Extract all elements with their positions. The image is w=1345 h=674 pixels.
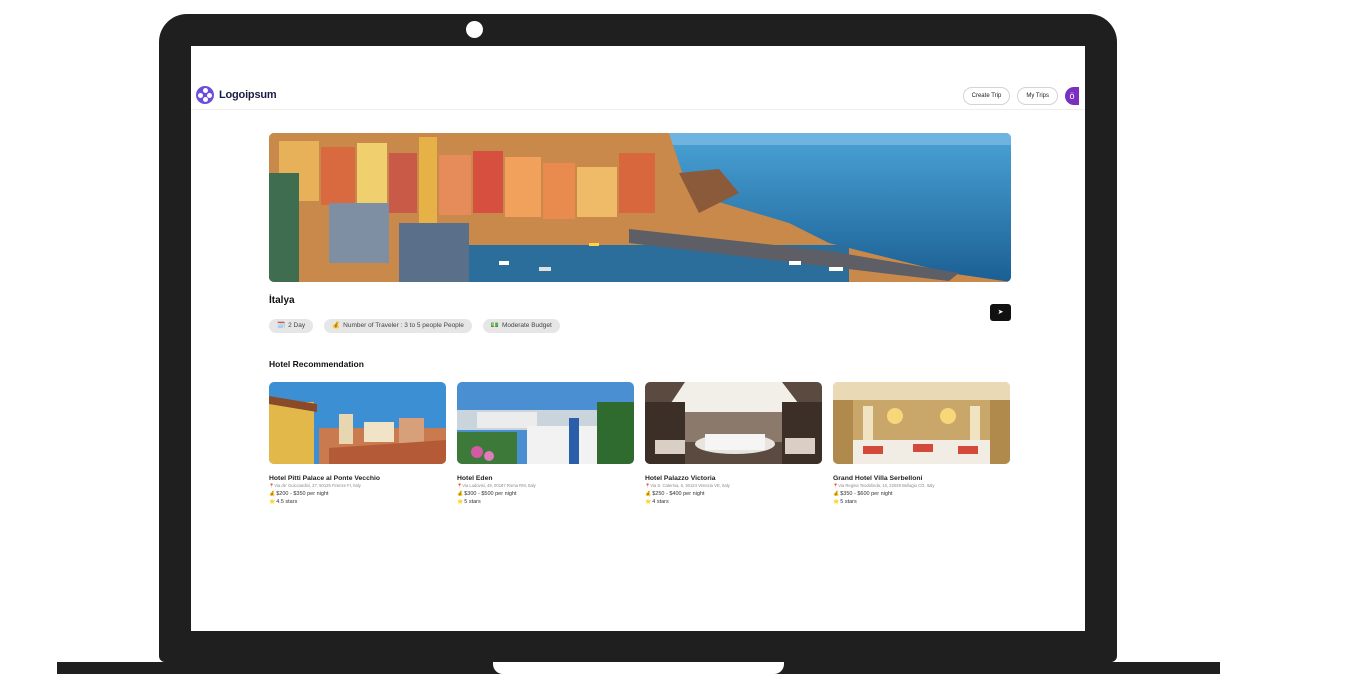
chip-duration: 🗓️ 2 Day	[269, 319, 314, 333]
money-bag-icon: 💰	[833, 491, 840, 497]
hotel-rating: ⭐5 stars	[833, 499, 857, 505]
hotel-card[interactable]: Hotel Pitti Palace al Ponte Vecchio 📍Via…	[269, 382, 446, 505]
hotel-image	[833, 382, 1010, 464]
money-bag-icon: 💰	[457, 491, 464, 497]
banknote-icon: 💵	[490, 322, 499, 329]
hotel-card[interactable]: Hotel Eden 📍Via Ludovisi, 49, 00187 Roma…	[457, 382, 634, 505]
hotel-name: Grand Hotel Villa Serbelloni	[833, 475, 923, 482]
hotel-image	[269, 382, 446, 464]
chip-travelers: 💰 Number of Traveler : 3 to 5 people Peop…	[324, 319, 472, 333]
hotel-card[interactable]: Hotel Palazzo Victoria 📍Via S. Caterina,…	[645, 382, 822, 505]
my-trips-button[interactable]: My Trips	[1017, 87, 1058, 105]
hotel-card[interactable]: Grand Hotel Villa Serbelloni 📍Via Regina…	[833, 382, 1010, 505]
star-icon: ⭐	[645, 499, 652, 505]
create-trip-button[interactable]: Create Trip	[962, 87, 1011, 105]
chip-budget-label: Moderate Budget	[501, 322, 552, 329]
hotel-rating: ⭐4.5 stars	[269, 499, 298, 505]
hotel-address: 📍Via S. Caterina, 5, 30124 Venezia VE, I…	[645, 483, 730, 488]
laptop-mockup: Logoipsum Create Trip My Trips ö İtalya …	[0, 0, 1345, 674]
hotel-list: Hotel Pitti Palace al Ponte Vecchio 📍Via…	[269, 382, 1011, 505]
star-icon: ⭐	[269, 499, 276, 505]
money-bag-icon: 💰	[645, 491, 652, 497]
hotel-price: 💰$200 - $350 per night	[269, 491, 329, 497]
hotel-rating: ⭐4 stars	[645, 499, 669, 505]
hotel-address: 📍Via de' Guicciardini, 27, 50125 Firenze…	[269, 483, 361, 488]
logo-text: Logoipsum	[219, 89, 277, 101]
laptop-notch	[493, 662, 784, 674]
hotel-name: Hotel Palazzo Victoria	[645, 475, 716, 482]
camera-dot	[466, 21, 483, 38]
hotel-image	[645, 382, 822, 464]
hotel-image	[457, 382, 634, 464]
header-nav: Create Trip My Trips ö	[962, 87, 1079, 105]
chip-budget: 💵 Moderate Budget	[482, 319, 560, 333]
hotel-address: 📍Via Regina Teodolinda, 10, 22029 Bellag…	[833, 483, 935, 488]
hotel-price: 💰$300 - $500 per night	[457, 491, 517, 497]
money-bag-icon: 💰	[332, 322, 341, 329]
hotel-name: Hotel Pitti Palace al Ponte Vecchio	[269, 475, 381, 482]
avatar[interactable]: ö	[1065, 87, 1079, 105]
logo[interactable]: Logoipsum	[196, 86, 277, 104]
calendar-icon: 🗓️	[277, 322, 286, 329]
hotel-name: Hotel Eden	[457, 475, 493, 482]
hero-image	[269, 133, 1011, 282]
share-button[interactable]: ➤	[990, 304, 1011, 321]
money-bag-icon: 💰	[269, 491, 276, 497]
hotel-price: 💰$250 - $400 per night	[645, 491, 705, 497]
hotel-address: 📍Via Ludovisi, 49, 00187 Roma RM, Italy	[457, 483, 536, 488]
logo-icon	[196, 86, 214, 104]
trip-info-chips: 🗓️ 2 Day 💰 Number of Traveler : 3 to 5 peo…	[269, 319, 560, 333]
star-icon: ⭐	[457, 499, 464, 505]
app-screen: Logoipsum Create Trip My Trips ö İtalya …	[191, 46, 1085, 631]
hotel-section-title: Hotel Recommendation	[269, 359, 364, 369]
hotel-price: 💰$350 - $600 per night	[833, 491, 893, 497]
chip-travelers-label: Number of Traveler : 3 to 5 people Peopl…	[343, 322, 464, 329]
trip-destination-title: İtalya	[269, 295, 295, 306]
chip-duration-label: 2 Day	[288, 322, 306, 329]
hotel-rating: ⭐5 stars	[457, 499, 481, 505]
star-icon: ⭐	[833, 499, 840, 505]
app-header: Logoipsum Create Trip My Trips ö	[191, 84, 1085, 110]
send-icon: ➤	[997, 309, 1004, 316]
